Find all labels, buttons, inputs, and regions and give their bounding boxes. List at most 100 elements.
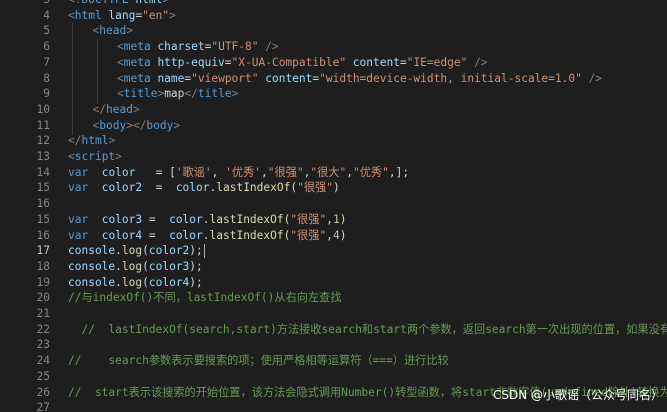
line-number: 22: [36, 322, 50, 336]
token-br: <: [117, 87, 124, 101]
token-var: color2: [101, 181, 143, 195]
code-content: <!DOCTYPE html>: [68, 0, 169, 7]
token-com: // lastIndexOf(search,start)方法接收search和s…: [68, 322, 667, 336]
code-content: </head>: [93, 102, 140, 117]
token-text: map: [164, 87, 185, 101]
token-br: >: [173, 118, 181, 132]
line-number: 16: [36, 228, 50, 242]
line-number: 13: [36, 150, 50, 163]
code-line[interactable]: 15 var color3 = color.lastIndexOf("很强",1): [0, 212, 667, 227]
token-var: color3: [148, 259, 190, 273]
code-line[interactable]: 3 <!DOCTYPE html>: [0, 0, 667, 7]
code-line[interactable]: 16: [0, 196, 667, 211]
token-br: </: [68, 134, 82, 148]
code-line[interactable]: 10 </head>: [0, 102, 667, 117]
line-number: 3: [0, 0, 50, 7]
token-punct: ): [339, 228, 347, 242]
token-str: "UTF-8": [211, 40, 259, 54]
code-line[interactable]: 24 // search参数表示要搜索的项；使用严格相等运算符（===）进行比较: [0, 353, 667, 368]
token-punct: =: [142, 212, 170, 226]
code-line[interactable]: 13 <script>: [0, 149, 667, 164]
token-fn: lastIndexOf: [209, 212, 284, 226]
token-punct: .: [202, 228, 210, 242]
code-editor[interactable]: 3<!DOCTYPE html>4<html lang="en">5<head>…: [0, 0, 667, 412]
token-br: <: [117, 71, 124, 85]
code-line[interactable]: 6 <meta charset="UTF-8" />: [0, 39, 667, 54]
code-line[interactable]: 14 var color = ['歌谣', '优秀',"很强","很大","优秀"…: [0, 165, 667, 180]
code-line[interactable]: 19 console.log(color4);: [0, 275, 667, 290]
token-decl: var: [68, 165, 89, 179]
token-br: />: [258, 40, 279, 54]
line-number: 15: [36, 212, 50, 226]
token-attr: name: [150, 71, 185, 85]
token-punct: );: [189, 275, 203, 289]
code-line[interactable]: 25: [0, 369, 667, 384]
code-line[interactable]: 15 var color2 = color.lastIndexOf("很强"): [0, 180, 667, 195]
token-punct: .: [115, 259, 122, 273]
token-punct: =: [142, 228, 170, 242]
token-tag: meta: [123, 71, 151, 85]
token-punct: = [: [135, 165, 176, 179]
code-content: var color3 = color.lastIndexOf("很强",1): [68, 212, 346, 227]
token-str: "X-UA-Compatible": [231, 55, 347, 69]
token-tag: head: [99, 24, 127, 38]
code-line[interactable]: 8 <meta name="viewport" content="width=de…: [0, 71, 667, 86]
code-content: <html lang="en">: [68, 8, 176, 23]
token-punct: .: [202, 212, 210, 226]
token-punct: [88, 229, 101, 242]
token-br: >: [126, 24, 133, 38]
code-content: // search参数表示要搜索的项；使用严格相等运算符（===）进行比较: [68, 353, 449, 368]
code-line[interactable]: 4 <html lang="en">: [0, 8, 667, 23]
code-line[interactable]: 16 var color4 = color.lastIndexOf("很强",4): [0, 228, 667, 243]
token-fn: lastIndexOf: [216, 181, 291, 195]
line-number: 24: [36, 354, 50, 368]
token-br: >: [231, 87, 239, 101]
token-var: console: [68, 275, 116, 289]
token-tag: html: [74, 8, 102, 22]
token-punct: =: [142, 181, 176, 195]
code-line[interactable]: 5 <head>: [0, 23, 667, 38]
token-br: </: [184, 87, 198, 101]
token-punct: [88, 213, 101, 226]
code-line[interactable]: 11 <body></body>: [0, 118, 667, 133]
token-str: "优秀": [352, 165, 389, 179]
token-fn: log: [121, 259, 143, 273]
code-content: <meta http-equiv="X-UA-Compatible" conte…: [117, 55, 488, 70]
token-punct: ,: [326, 228, 333, 242]
token-str: "很大": [310, 165, 347, 179]
code-line[interactable]: 20 //与indexOf()不同，lastIndexOf()从右向左查找: [0, 290, 667, 305]
token-var: color: [169, 228, 203, 242]
code-line[interactable]: 7 <meta http-equiv="X-UA-Compatible" cont…: [0, 55, 667, 70]
code-content: //与indexOf()不同，lastIndexOf()从右向左查找: [68, 290, 342, 305]
line-number: 9: [43, 87, 50, 101]
code-line[interactable]: 9 <title>map</title>: [0, 86, 667, 101]
code-line[interactable]: 23: [0, 337, 667, 352]
token-var: console: [68, 259, 116, 273]
token-br: <: [68, 8, 75, 22]
code-line[interactable]: 18 console.log(color3);: [0, 259, 667, 274]
token-var: color: [175, 181, 210, 195]
line-number: 14: [36, 165, 50, 179]
code-line[interactable]: 21: [0, 306, 667, 321]
token-punct: [88, 181, 101, 194]
token-decl: var: [68, 212, 89, 226]
code-line[interactable]: 22 // lastIndexOf(search,start)方法接收searc…: [0, 322, 667, 337]
line-number: 5: [43, 24, 50, 38]
token-var: color: [169, 212, 203, 226]
token-attr: charset: [150, 40, 205, 54]
token-br: >: [115, 150, 122, 163]
token-var: color4: [101, 228, 143, 242]
token-punct: ,];: [388, 165, 410, 179]
token-str: "很强": [297, 181, 333, 195]
token-tag: title: [197, 87, 232, 101]
code-line[interactable]: 12 </html>: [0, 133, 667, 148]
code-content: console.log(color4);: [68, 275, 203, 290]
token-br: >: [169, 8, 176, 22]
token-str: "width=device-width, initial-scale=1.0": [319, 71, 582, 85]
token-var: color2: [148, 244, 190, 258]
csdn-watermark: CSDN @小歌谣（公众号同名）: [492, 388, 663, 402]
token-attr: content: [258, 71, 313, 85]
token-var: color4: [148, 275, 190, 289]
line-number: 8: [43, 71, 50, 85]
code-line[interactable]: 17 console.log(color2);: [0, 243, 667, 258]
